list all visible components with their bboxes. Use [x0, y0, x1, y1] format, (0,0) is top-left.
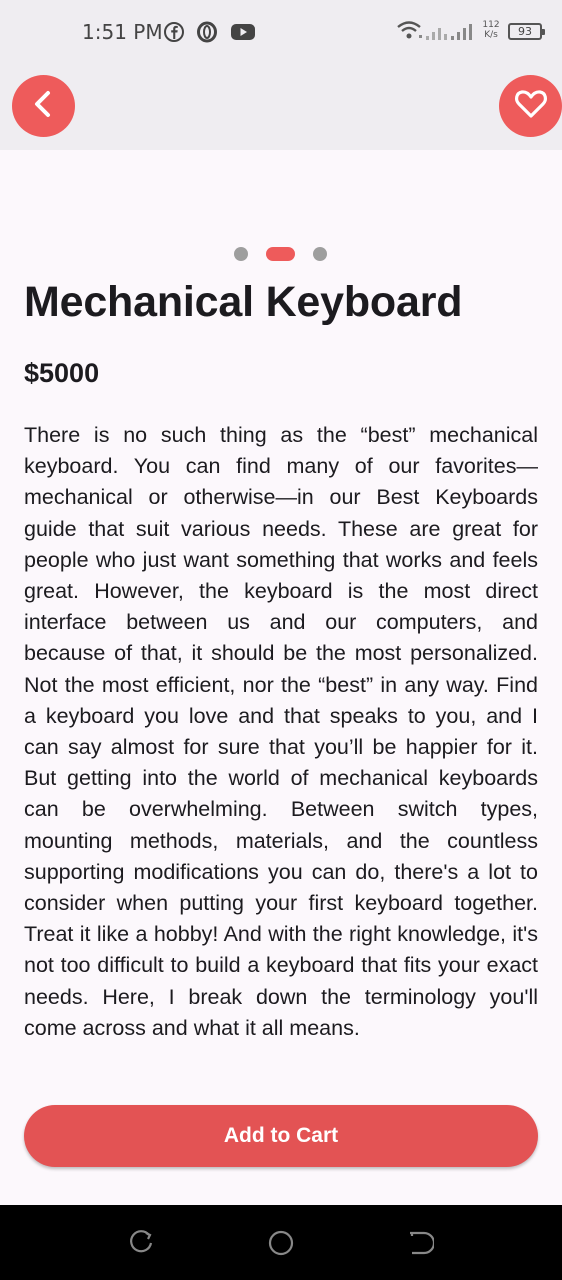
carousel-dot[interactable] [234, 247, 248, 261]
product-title: Mechanical Keyboard [24, 278, 463, 326]
add-to-cart-button[interactable]: Add to Cart [24, 1105, 538, 1167]
top-app-bar [0, 62, 562, 150]
wifi-icon [396, 18, 424, 47]
facebook-icon [163, 21, 185, 43]
status-bar: 1:51 PM 112 K/s 93 [0, 0, 562, 62]
carousel-dot-active[interactable] [266, 247, 295, 261]
chevron-left-icon [29, 89, 59, 124]
home-icon[interactable] [268, 1230, 294, 1256]
signal-icon [424, 18, 474, 47]
back-nav-icon[interactable] [408, 1230, 436, 1256]
status-time: 1:51 PM [82, 20, 163, 44]
net-speed-unit: K/s [484, 30, 498, 40]
product-price: $5000 [24, 358, 100, 388]
battery-indicator: 93 [508, 23, 545, 40]
back-button[interactable] [12, 75, 75, 137]
youtube-icon [230, 21, 256, 43]
recent-apps-icon[interactable] [128, 1230, 154, 1256]
heart-icon [514, 88, 548, 125]
opera-icon [196, 21, 218, 43]
system-nav-bar [0, 1205, 562, 1280]
carousel-indicator [0, 245, 562, 261]
net-speed-value: 112 [482, 20, 500, 30]
favorite-button[interactable] [499, 75, 562, 137]
product-description: There is no such thing as the “best” mec… [24, 423, 538, 1040]
carousel-dot[interactable] [313, 247, 327, 261]
network-speed: 112 K/s [482, 20, 500, 40]
